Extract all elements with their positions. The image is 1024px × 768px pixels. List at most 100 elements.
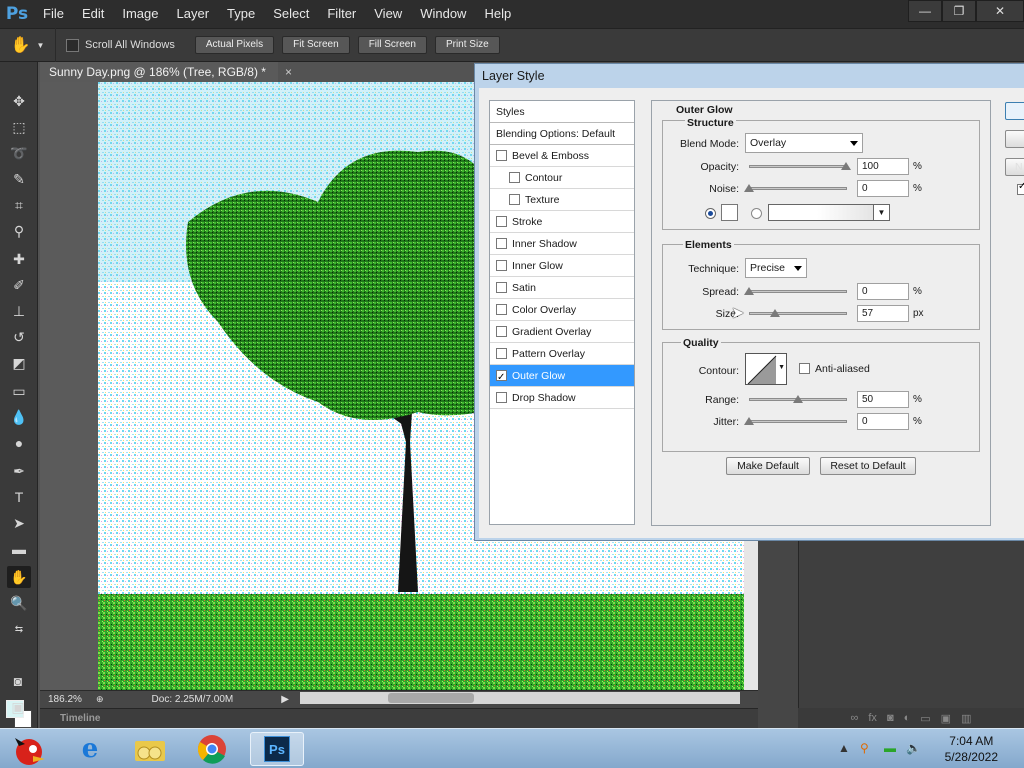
- effect-checkbox[interactable]: [496, 303, 507, 315]
- range-slider-thumb[interactable]: [793, 395, 803, 403]
- effect-texture[interactable]: Texture: [490, 189, 634, 211]
- effect-gradient-overlay[interactable]: Gradient Overlay: [490, 321, 634, 343]
- quick-select-tool-icon[interactable]: ✎: [7, 168, 31, 190]
- effect-satin[interactable]: Satin: [490, 277, 634, 299]
- noise-slider-thumb[interactable]: [744, 184, 754, 192]
- checkbox-box[interactable]: [799, 362, 810, 374]
- make-default-button[interactable]: Make Default: [726, 457, 810, 475]
- actual-pixels-button[interactable]: Actual Pixels: [194, 36, 275, 54]
- swap-colors-icon[interactable]: ⇆: [7, 618, 31, 640]
- zoom-tool-icon[interactable]: 🔍: [7, 592, 31, 614]
- menu-image[interactable]: Image: [113, 0, 167, 28]
- fx-icon[interactable]: fx: [868, 712, 877, 724]
- size-slider[interactable]: [749, 312, 847, 315]
- reset-to-default-button[interactable]: Reset to Default: [820, 457, 916, 475]
- tab-close-icon[interactable]: ×: [285, 62, 292, 82]
- range-input[interactable]: 50: [857, 391, 909, 408]
- quick-mask-icon[interactable]: ◙: [6, 670, 30, 692]
- print-size-button[interactable]: Print Size: [434, 36, 500, 54]
- noise-input[interactable]: 0: [857, 180, 909, 197]
- spread-slider[interactable]: [749, 290, 847, 293]
- noise-slider[interactable]: [749, 187, 847, 190]
- fill-screen-button[interactable]: Fill Screen: [357, 36, 427, 54]
- effect-pattern-overlay[interactable]: Pattern Overlay: [490, 343, 634, 365]
- ok-button-partial[interactable]: [1005, 102, 1024, 120]
- menu-type[interactable]: Type: [218, 0, 264, 28]
- history-brush-icon[interactable]: ↺: [7, 326, 31, 348]
- menu-layer[interactable]: Layer: [168, 0, 219, 28]
- effect-checkbox[interactable]: [496, 367, 507, 389]
- opacity-slider-thumb[interactable]: [841, 162, 851, 170]
- menu-view[interactable]: View: [365, 0, 411, 28]
- menu-filter[interactable]: Filter: [318, 0, 365, 28]
- effect-checkbox[interactable]: [496, 325, 507, 337]
- eraser-tool-icon[interactable]: ◩: [7, 352, 31, 374]
- hand-tool-icon[interactable]: ✋: [7, 566, 31, 588]
- volume-icon[interactable]: 🔈: [906, 741, 921, 755]
- preview-checkbox-partial[interactable]: [1017, 181, 1024, 195]
- path-select-icon[interactable]: ➤: [7, 512, 31, 534]
- effect-inner-shadow[interactable]: Inner Shadow: [490, 233, 634, 255]
- jitter-input[interactable]: 0: [857, 413, 909, 430]
- timeline-panel[interactable]: Timeline: [40, 708, 758, 728]
- type-tool-icon[interactable]: T: [7, 486, 31, 508]
- pen-tool-icon[interactable]: ✒: [7, 460, 31, 482]
- gradient-radio[interactable]: [751, 208, 762, 219]
- network-icon[interactable]: ▬: [884, 741, 898, 755]
- effect-checkbox[interactable]: [496, 149, 507, 161]
- contour-picker[interactable]: ▼: [745, 353, 787, 385]
- chevron-down-icon[interactable]: ▼: [873, 205, 889, 220]
- effect-color-overlay[interactable]: Color Overlay: [490, 299, 634, 321]
- tray-search-icon[interactable]: ⚲: [860, 741, 874, 755]
- effect-checkbox[interactable]: [496, 391, 507, 403]
- size-input[interactable]: 57: [857, 305, 909, 322]
- close-button[interactable]: ✕: [976, 0, 1024, 22]
- effect-checkbox[interactable]: [509, 193, 520, 205]
- system-clock[interactable]: 7:04 AM 5/28/2022: [945, 733, 998, 765]
- menu-help[interactable]: Help: [475, 0, 520, 28]
- styles-header[interactable]: Styles: [490, 101, 634, 123]
- menu-edit[interactable]: Edit: [73, 0, 113, 28]
- effect-checkbox[interactable]: [509, 171, 520, 183]
- eyedropper-tool-icon[interactable]: ⚲: [7, 220, 31, 242]
- zoom-level[interactable]: 186.2%: [48, 694, 88, 705]
- new-style-button-partial[interactable]: N: [1005, 158, 1024, 176]
- horizontal-scrollbar[interactable]: [300, 692, 740, 704]
- jitter-slider-thumb[interactable]: [744, 417, 754, 425]
- screen-mode-icon[interactable]: ▣: [6, 696, 30, 718]
- blending-options-item[interactable]: Blending Options: Default: [490, 123, 634, 145]
- menu-select[interactable]: Select: [264, 0, 318, 28]
- adjustment-icon[interactable]: ◐: [904, 712, 911, 724]
- link-icon[interactable]: ∞: [851, 712, 859, 724]
- chrome-icon[interactable]: [190, 732, 234, 766]
- tray-arrow-icon[interactable]: ▲: [838, 741, 852, 755]
- photoshop-taskbar-icon[interactable]: Ps: [250, 732, 304, 766]
- trash-icon[interactable]: ▥: [961, 712, 971, 725]
- folder-icon[interactable]: ▭: [920, 712, 930, 725]
- effect-bevel-emboss[interactable]: Bevel & Emboss: [490, 145, 634, 167]
- effect-contour[interactable]: Contour: [490, 167, 634, 189]
- status-arrow-icon[interactable]: ▶: [281, 694, 289, 705]
- spread-input[interactable]: 0: [857, 283, 909, 300]
- blur-tool-icon[interactable]: 💧: [7, 406, 31, 428]
- dodge-tool-icon[interactable]: ●: [7, 432, 31, 454]
- effect-drop-shadow[interactable]: Drop Shadow: [490, 387, 634, 409]
- gradient-tool-icon[interactable]: ▭: [7, 380, 31, 402]
- anti-aliased-checkbox[interactable]: Anti-aliased: [799, 362, 870, 375]
- size-slider-thumb[interactable]: [770, 309, 780, 317]
- healing-brush-icon[interactable]: ✚: [7, 248, 31, 270]
- marquee-tool-icon[interactable]: ⬚: [7, 116, 31, 138]
- clone-stamp-icon[interactable]: ⊥: [7, 300, 31, 322]
- effect-inner-glow[interactable]: Inner Glow: [490, 255, 634, 277]
- checkbox-box[interactable]: [66, 38, 79, 52]
- scrollbar-thumb[interactable]: [388, 693, 474, 703]
- restore-button[interactable]: ❐: [942, 0, 976, 22]
- lasso-tool-icon[interactable]: ➰: [7, 142, 31, 164]
- effect-checkbox[interactable]: [496, 281, 507, 293]
- shape-tool-icon[interactable]: ▬: [7, 538, 31, 560]
- spread-slider-thumb[interactable]: [744, 287, 754, 295]
- brush-tool-icon[interactable]: ✐: [7, 274, 31, 296]
- jitter-slider[interactable]: [749, 420, 847, 423]
- cancel-button-partial[interactable]: [1005, 130, 1024, 148]
- effect-checkbox[interactable]: [496, 215, 507, 227]
